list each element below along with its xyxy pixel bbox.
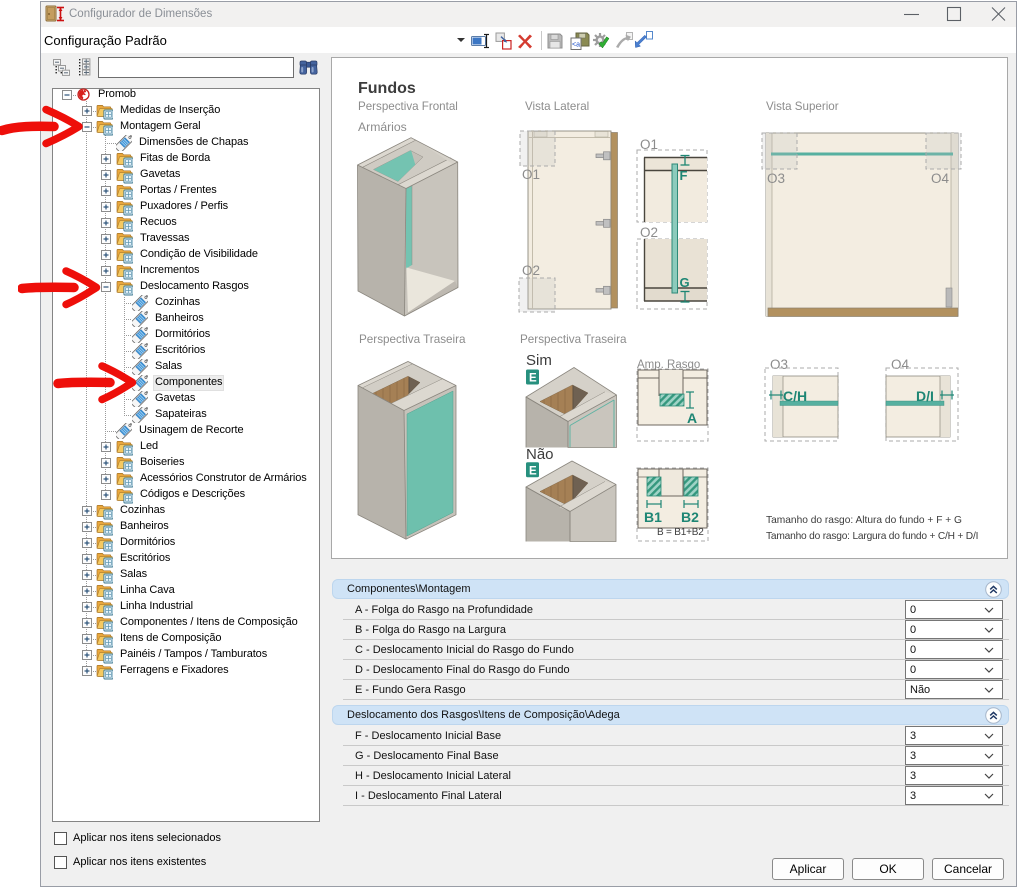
svg-text:O4: O4 [891,357,910,372]
svg-text:Sim: Sim [526,352,552,369]
svg-text:Tamanho do rasgo: Largura do f: Tamanho do rasgo: Largura do fundo + C/H… [766,531,978,542]
svg-text:O2: O2 [522,263,540,278]
svg-text:Vista Lateral: Vista Lateral [525,100,589,113]
svg-text:O1: O1 [640,137,658,152]
svg-text:Perspectiva Traseira: Perspectiva Traseira [359,333,466,346]
svg-text:D/I: D/I [916,388,934,404]
svg-text:Armários: Armários [358,120,407,134]
svg-text:E: E [529,465,537,477]
svg-text:F: F [680,168,688,183]
svg-text:Perspectiva Frontal: Perspectiva Frontal [358,100,458,113]
svg-text:E: E [529,373,537,385]
svg-text:O4: O4 [931,171,950,186]
svg-text:O3: O3 [767,171,785,186]
svg-text:O1: O1 [522,167,540,182]
svg-text:B1: B1 [644,509,662,525]
svg-text:O2: O2 [640,225,658,240]
svg-text:Fundos: Fundos [358,80,416,97]
svg-text:Tamanho do rasgo: Altura do fu: Tamanho do rasgo: Altura do fundo + F + … [766,515,962,526]
svg-text:G: G [680,275,690,290]
svg-text:B2: B2 [681,509,699,525]
svg-text:C/H: C/H [783,388,807,404]
svg-text:Não: Não [526,446,554,463]
svg-text:A: A [687,410,697,426]
svg-text:Vista Superior: Vista Superior [766,100,839,113]
svg-text:B = B1+B2: B = B1+B2 [657,527,704,538]
svg-text:<a: <a [572,42,580,49]
svg-text:O3: O3 [770,357,788,372]
svg-text:Perspectiva Traseira: Perspectiva Traseira [520,333,627,346]
